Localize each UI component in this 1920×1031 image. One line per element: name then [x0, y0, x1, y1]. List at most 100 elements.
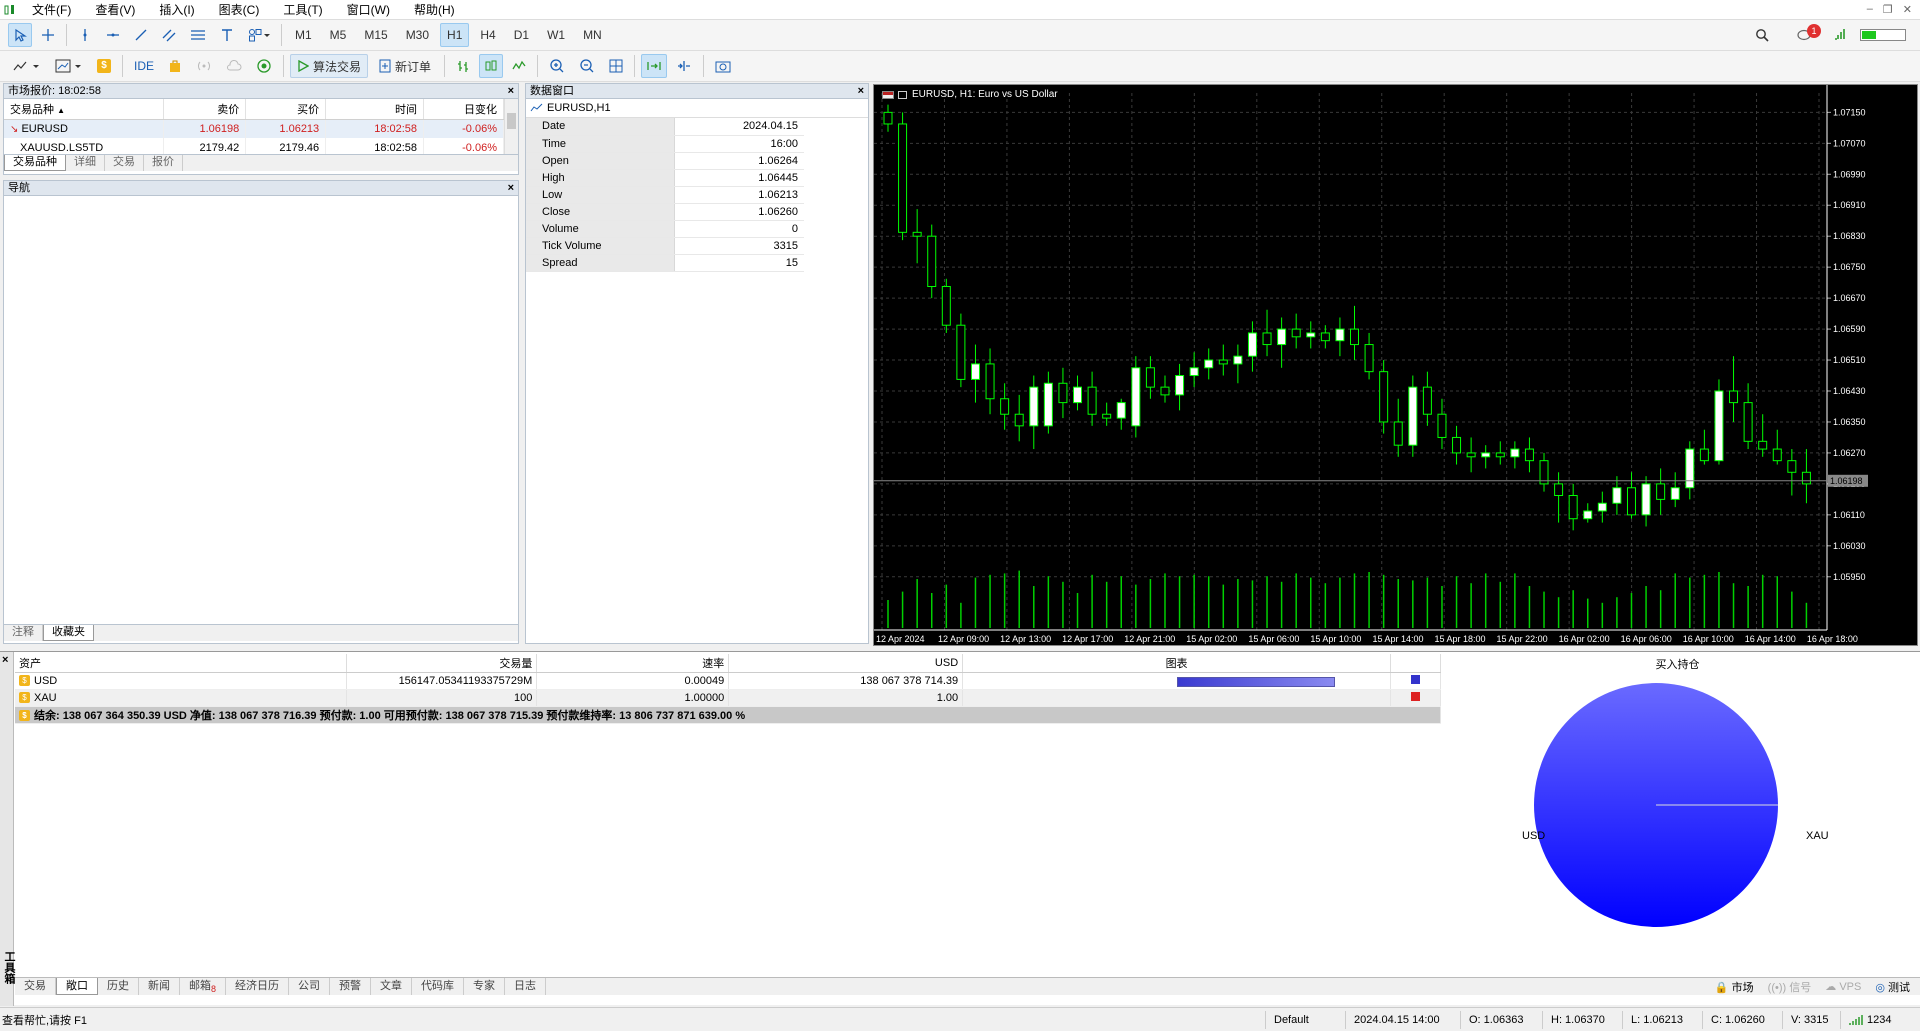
notifications-button[interactable]: 1 — [1792, 23, 1821, 47]
autoscroll-button[interactable] — [641, 54, 668, 78]
close-icon[interactable]: × — [858, 84, 864, 98]
candlestick-chart[interactable]: 1.07150 1.07070 1.06990 1.06910 1.06830 1.067… — [874, 85, 1917, 645]
menu-view[interactable]: 查看(V) — [83, 0, 147, 20]
vertical-line-button[interactable] — [73, 23, 97, 47]
menu-tools[interactable]: 工具(T) — [271, 0, 334, 20]
tab-experts[interactable]: 专家 — [464, 978, 506, 995]
column-header[interactable]: 图表 — [962, 654, 1391, 673]
market-button[interactable] — [163, 54, 187, 78]
column-header[interactable]: 日变化 — [423, 99, 504, 120]
timeframe-h1[interactable]: H1 — [440, 23, 470, 47]
column-header[interactable]: 交易品种 ▲ — [4, 99, 165, 120]
new-order-button[interactable]: 新订单 — [372, 54, 438, 78]
table-row[interactable]: $ XAU 100 1.00000 1.00 — [15, 689, 1442, 707]
timeframe-w1[interactable]: W1 — [540, 23, 572, 47]
menu-window[interactable]: 窗口(W) — [335, 0, 402, 20]
algo-trading-button[interactable]: 算法交易 — [290, 54, 369, 78]
chart-type-button[interactable] — [8, 54, 46, 78]
close-icon[interactable]: × — [508, 84, 514, 98]
tab-history[interactable]: 历史 — [98, 978, 139, 995]
tab-news[interactable]: 新闻 — [139, 978, 180, 995]
close-icon[interactable]: × — [0, 654, 8, 666]
restore-icon[interactable]: ❐ — [1883, 3, 1893, 16]
tab-mailbox[interactable]: 邮箱8 — [180, 978, 227, 995]
signals-link[interactable]: ((•)) 信号 — [1768, 979, 1812, 995]
tester-link[interactable]: ◎ 测试 — [1875, 979, 1910, 995]
timeframe-m15[interactable]: M15 — [357, 23, 394, 47]
column-header[interactable]: 卖价 — [163, 99, 247, 120]
vps-button[interactable] — [221, 54, 247, 78]
menu-charts[interactable]: 图表(C) — [207, 0, 272, 20]
signals-button[interactable] — [191, 54, 217, 78]
tab-ticks[interactable]: 报价 — [144, 155, 183, 171]
column-header[interactable]: 速率 — [536, 654, 730, 673]
zoom-out-button[interactable] — [574, 54, 600, 78]
price-tick-label: 1.07150 — [1833, 107, 1866, 117]
shapes-button[interactable] — [243, 23, 275, 47]
tab-symbols[interactable]: 交易品种 — [4, 155, 66, 171]
market-link[interactable]: 🔒 市场 — [1715, 979, 1754, 995]
text-button[interactable] — [215, 23, 239, 47]
tab-journal[interactable]: 日志 — [505, 978, 547, 995]
candle-body — [1116, 402, 1126, 419]
timeframe-h4[interactable]: H4 — [473, 23, 502, 47]
candlestick-button[interactable] — [479, 54, 504, 78]
cloud-icon — [227, 60, 242, 71]
search-button[interactable] — [1750, 23, 1774, 47]
trendline-button[interactable] — [129, 23, 153, 47]
tab-favorites[interactable]: 收藏夹 — [43, 625, 94, 641]
screenshot-button[interactable] — [710, 54, 736, 78]
close-icon[interactable]: × — [508, 181, 514, 195]
template-button[interactable] — [50, 54, 88, 78]
tab-calendar[interactable]: 经济日历 — [226, 978, 290, 995]
column-header[interactable]: 买价 — [245, 99, 327, 120]
tab-details[interactable]: 详细 — [66, 155, 105, 171]
status-connection[interactable]: 1234 — [1840, 1010, 1899, 1029]
timeframe-d1[interactable]: D1 — [507, 23, 536, 47]
tab-alerts[interactable]: 预警 — [330, 978, 372, 995]
tab-comments[interactable]: 注释 — [4, 625, 43, 641]
tab-codebase[interactable]: 代码库 — [412, 978, 465, 995]
fibonacci-button[interactable] — [185, 23, 211, 47]
status-profile[interactable]: Default — [1265, 1010, 1345, 1029]
table-row[interactable]: XAUUSD.LS5TD 2179.42 2179.46 18:02:58 -0… — [4, 138, 504, 154]
scrollbar[interactable] — [504, 99, 518, 154]
timeframe-m5[interactable]: M5 — [323, 23, 354, 47]
column-header[interactable]: 交易量 — [346, 654, 538, 673]
time: 18:02:58 — [325, 138, 425, 154]
timeframe-m30[interactable]: M30 — [399, 23, 436, 47]
bar-chart-button[interactable] — [451, 54, 475, 78]
zoom-in-button[interactable] — [544, 54, 570, 78]
column-header[interactable]: 时间 — [325, 99, 425, 120]
line-chart-button[interactable] — [507, 54, 531, 78]
menu-file[interactable]: 文件(F) — [20, 0, 83, 20]
web-button[interactable] — [251, 54, 277, 78]
tab-exposure[interactable]: 敞口 — [56, 978, 98, 995]
table-row[interactable]: ↘ EURUSD 1.06198 1.06213 18:02:58 -0.06% — [4, 119, 504, 138]
data-row: Volume 0 — [526, 220, 804, 238]
tab-articles[interactable]: 文章 — [371, 978, 413, 995]
close-icon[interactable]: ✕ — [1903, 3, 1912, 16]
timeframe-mn[interactable]: MN — [576, 23, 609, 47]
menu-insert[interactable]: 插入(I) — [147, 0, 206, 20]
cursor-tool-button[interactable] — [8, 23, 32, 47]
tile-windows-button[interactable] — [604, 54, 628, 78]
candle-body — [1306, 332, 1316, 338]
vps-link[interactable]: ☁ VPS — [1825, 980, 1861, 993]
menu-help[interactable]: 帮助(H) — [402, 0, 467, 20]
chart-window[interactable]: EURUSD, H1: Euro vs US Dollar 1.07150 1.0… — [873, 84, 1918, 646]
table-row[interactable]: $ USD 156147.05341193375729M 0.00049 138 … — [15, 672, 1442, 690]
trade-button[interactable]: $ — [92, 54, 116, 78]
crosshair-tool-button[interactable] — [36, 23, 60, 47]
tab-trade[interactable]: 交易 — [15, 978, 56, 995]
timeframe-m1[interactable]: M1 — [288, 23, 319, 47]
tab-trading[interactable]: 交易 — [105, 155, 144, 171]
column-header[interactable]: USD — [728, 654, 964, 673]
chart-shift-button[interactable] — [671, 54, 697, 78]
ide-button[interactable]: IDE — [129, 54, 159, 78]
tab-company[interactable]: 公司 — [289, 978, 331, 995]
channel-button[interactable] — [157, 23, 181, 47]
column-header[interactable]: 资产 — [15, 654, 348, 673]
minimize-icon[interactable]: – — [1867, 3, 1873, 16]
horizontal-line-button[interactable] — [101, 23, 125, 47]
